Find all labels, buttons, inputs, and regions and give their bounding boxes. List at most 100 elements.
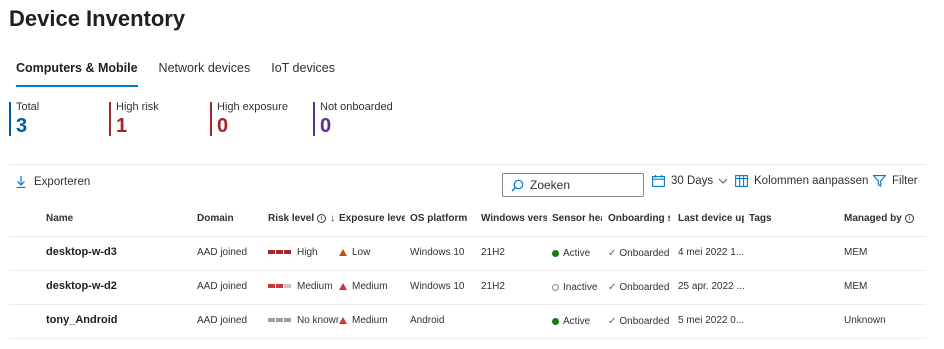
calendar-icon xyxy=(652,175,665,187)
row-divider xyxy=(9,304,926,305)
export-button[interactable]: Exporteren xyxy=(16,176,90,188)
info-icon: i xyxy=(317,214,327,223)
stat-not-onboarded[interactable]: Not onboarded 0 xyxy=(313,101,393,137)
search-placeholder: Zoeken xyxy=(530,178,571,192)
tab-iot-devices[interactable]: IoT devices xyxy=(271,61,335,89)
stat-high-risk-value: 1 xyxy=(116,115,128,137)
exposure-level-label: Low xyxy=(352,246,371,258)
filter-button[interactable]: Filter xyxy=(873,175,918,187)
row-divider xyxy=(9,236,926,237)
domain-cell: AAD joined xyxy=(197,246,248,258)
stat-total[interactable]: Total 3 xyxy=(9,101,40,137)
windows-version-cell: 21H2 xyxy=(481,280,505,292)
column-header-windows-version[interactable]: Windows version xyxy=(481,213,547,224)
status-dot-icon xyxy=(552,283,559,291)
filter-icon xyxy=(873,175,886,187)
row-divider xyxy=(9,338,926,339)
customize-columns-label: Kolommen aanpassen xyxy=(754,175,869,187)
date-range-dropdown[interactable]: 30 Days xyxy=(652,175,728,187)
export-label: Exporteren xyxy=(34,176,91,188)
customize-columns-button[interactable]: Kolommen aanpassen xyxy=(735,175,868,187)
stat-high-exposure[interactable]: High exposure 0 xyxy=(210,101,288,137)
exposure-level-label: Medium xyxy=(352,314,388,326)
managed-by-cell: Unknown xyxy=(844,314,886,326)
row-divider xyxy=(9,270,926,271)
exposure-level-label: Medium xyxy=(352,280,388,292)
risk-level-label: No known xyxy=(297,314,339,326)
column-header-domain[interactable]: Domain xyxy=(197,213,259,224)
column-header-os-platform[interactable]: OS platform xyxy=(410,213,474,224)
risk-level-label: Medium xyxy=(297,280,333,292)
onboarding-status-cell: ✓ Onboarded xyxy=(608,246,669,260)
device-name-link[interactable]: desktop-w-d2 xyxy=(46,278,117,294)
search-input[interactable]: Zoeken xyxy=(502,173,644,197)
onboarding-status-label: Onboarded xyxy=(619,281,670,293)
date-range-label: 30 Days xyxy=(671,175,714,187)
windows-version-cell: 21H2 xyxy=(481,246,505,258)
risk-bars xyxy=(268,318,292,322)
tab-computers-mobile[interactable]: Computers & Mobile xyxy=(16,61,138,89)
stat-not-onboarded-label: Not onboarded xyxy=(320,101,393,113)
columns-icon xyxy=(735,175,748,187)
stat-high-risk[interactable]: High risk 1 xyxy=(109,101,159,137)
risk-level-cell: High xyxy=(268,245,338,259)
sensor-health-label: Inactive xyxy=(563,281,598,293)
managed-by-cell: MEM xyxy=(844,280,868,292)
stat-high-risk-bar xyxy=(109,102,111,136)
risk-bars xyxy=(268,250,292,254)
risk-bars xyxy=(268,284,292,288)
onboarding-status-label: Onboarded xyxy=(619,247,670,259)
os-platform-cell: Android xyxy=(410,314,445,326)
last-device-update-cell: 4 mei 2022 1... xyxy=(678,246,744,258)
sensor-health-cell: Inactive xyxy=(552,280,597,294)
stat-high-risk-label: High risk xyxy=(116,101,159,113)
column-header-exposure-level[interactable]: Exposure level xyxy=(339,213,405,224)
sensor-health-cell: Active xyxy=(552,314,590,328)
column-header-name[interactable]: Name xyxy=(46,213,186,224)
onboarding-status-cell: ✓ Onboarded xyxy=(608,280,669,294)
warning-icon xyxy=(339,282,347,290)
os-platform-cell: Windows 10 xyxy=(410,280,465,292)
checkmark-icon: ✓ xyxy=(608,281,617,293)
domain-cell: AAD joined xyxy=(197,314,248,326)
section-divider xyxy=(9,164,926,165)
column-header-risk-label: Risk level xyxy=(268,213,315,224)
stat-total-label: Total xyxy=(16,101,40,113)
stat-total-value: 3 xyxy=(16,115,28,137)
device-name-link[interactable]: desktop-w-d3 xyxy=(46,244,117,260)
exposure-level-cell: Medium xyxy=(339,313,407,327)
checkmark-icon: ✓ xyxy=(608,247,617,259)
column-header-last-device-update[interactable]: Last device update xyxy=(678,213,744,224)
exposure-level-cell: Medium xyxy=(339,279,407,293)
sensor-health-label: Active xyxy=(563,315,591,327)
info-icon: i xyxy=(904,214,914,223)
column-header-tags[interactable]: Tags xyxy=(749,213,789,224)
tab-bar: Computers & Mobile Network devices IoT d… xyxy=(16,61,356,89)
stat-not-onboarded-bar xyxy=(313,102,315,136)
column-header-managed-label: Managed by xyxy=(844,213,902,224)
tab-network-devices[interactable]: Network devices xyxy=(159,61,251,89)
stat-high-exposure-bar xyxy=(210,102,212,136)
warning-icon xyxy=(339,248,347,256)
download-icon xyxy=(16,176,26,188)
os-platform-cell: Windows 10 xyxy=(410,246,465,258)
column-header-onboarding-status[interactable]: Onboarding status xyxy=(608,213,670,224)
stat-total-bar xyxy=(9,102,11,136)
stat-not-onboarded-value: 0 xyxy=(320,115,332,137)
last-device-update-cell: 5 mei 2022 0... xyxy=(678,314,744,326)
column-header-managed-by[interactable]: Managed by i xyxy=(844,213,924,224)
stat-high-exposure-value: 0 xyxy=(217,115,229,137)
checkmark-icon: ✓ xyxy=(608,315,617,327)
column-header-risk-level[interactable]: Risk level i ↓ xyxy=(268,213,336,224)
risk-level-cell: No known xyxy=(268,313,339,327)
warning-icon xyxy=(339,316,347,324)
onboarding-status-cell: ✓ Onboarded xyxy=(608,314,669,328)
managed-by-cell: MEM xyxy=(844,246,868,258)
exposure-level-cell: Low xyxy=(339,245,407,259)
device-name-link[interactable]: tony_Android xyxy=(46,312,118,328)
page-title: Device Inventory xyxy=(9,6,186,31)
sort-descending-icon: ↓ xyxy=(330,213,336,224)
risk-level-label: High xyxy=(297,246,318,258)
column-header-sensor-health[interactable]: Sensor health state xyxy=(552,213,602,224)
sensor-health-cell: Active xyxy=(552,246,590,260)
